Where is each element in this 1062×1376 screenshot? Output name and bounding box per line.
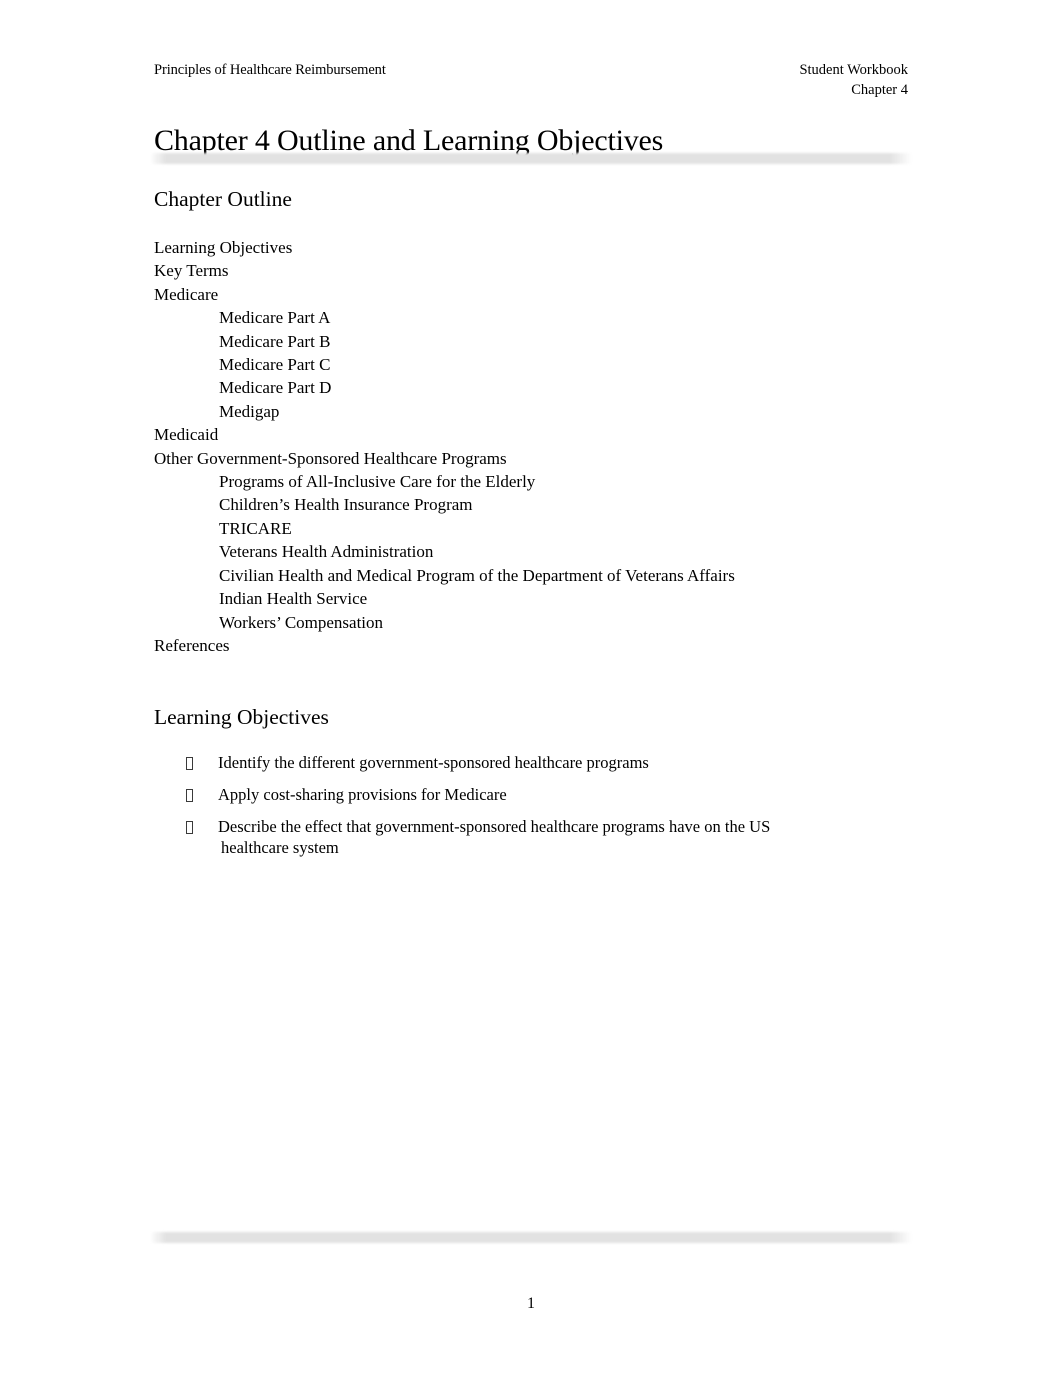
outline-item-level2: Medicare Part D <box>219 378 332 398</box>
outline-item-level2: Veterans Health Administration <box>219 542 434 562</box>
outline-item-level2: Medicare Part A <box>219 308 331 328</box>
outline-item-level1: References <box>154 635 230 655</box>
outline-item-level2: Medicare Part B <box>219 331 331 351</box>
outline-item-level2: Programs of All-Inclusive Care for the E… <box>219 472 536 492</box>
objective-text: Identify the different government-sponso… <box>218 753 649 772</box>
objective-item: Identify the different government-sponso… <box>154 752 934 773</box>
outline-item-level1: Key Terms <box>154 261 229 281</box>
learning-objectives-list: Identify the different government-sponso… <box>154 752 934 869</box>
header-right-line2: Chapter 4 <box>851 82 908 98</box>
outline-item-level1: Learning Objectives <box>154 238 293 257</box>
outline-item-level2: Children’s Health Insurance Program <box>219 495 473 515</box>
outline-item-level2: Civilian Health and Medical Program of t… <box>219 565 735 585</box>
objective-item: Apply cost-sharing provisions for Medica… <box>154 784 934 805</box>
header-right-block: Student Workbook Chapter 4 <box>799 60 908 100</box>
missing-glyph-box-icon <box>154 752 193 773</box>
outline-item-level1: Medicaid <box>154 425 219 445</box>
section-heading-chapter-outline: Chapter Outline <box>154 187 292 211</box>
objective-text: Describe the effect that government-spon… <box>188 816 890 858</box>
chapter-outline-list: Learning Objectives Key Terms Medicare Medi… <box>154 236 914 657</box>
running-header: Principles of Healthcare Reimbursement S… <box>154 60 908 100</box>
outline-item-level1: Medicare <box>154 284 219 304</box>
section-heading-learning-objectives: Learning Objectives <box>154 705 329 729</box>
objective-item: Describe the effect that government-spon… <box>154 816 934 858</box>
missing-glyph-box-icon <box>154 816 193 837</box>
header-right-line1: Student Workbook <box>799 62 908 78</box>
document-page: Principles of Healthcare Reimbursement S… <box>0 0 1062 1376</box>
objective-text-wrapped-line: healthcare system <box>221 838 339 857</box>
page-number: 1 <box>527 1295 535 1312</box>
outline-item-level2: Medicare Part C <box>219 355 331 375</box>
outline-item-level1: Other Government-Sponsored Healthcare Pr… <box>154 448 507 468</box>
header-left-text: Principles of Healthcare Reimbursement <box>154 62 386 78</box>
title-divider-rule <box>150 153 912 164</box>
outline-item-level2: TRICARE <box>219 518 292 538</box>
outline-item-level2: Medigap <box>219 401 280 421</box>
outline-item-level2: Workers’ Compensation <box>219 612 384 632</box>
footer-divider-rule <box>150 1232 912 1243</box>
missing-glyph-box-icon <box>154 784 193 805</box>
outline-item-level2: Indian Health Service <box>219 589 368 609</box>
objective-text: Apply cost-sharing provisions for Medica… <box>218 785 507 804</box>
